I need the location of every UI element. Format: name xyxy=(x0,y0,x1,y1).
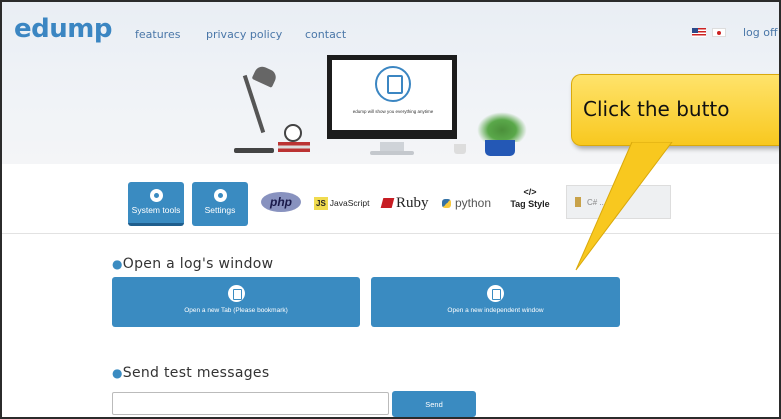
plant-pot xyxy=(485,140,515,156)
bullet-icon: ● xyxy=(112,257,123,271)
python-logo-button[interactable]: python xyxy=(442,190,491,216)
settings-button[interactable]: Settings xyxy=(192,182,248,226)
python-label: python xyxy=(455,196,492,210)
bullet-icon: ● xyxy=(112,366,123,380)
php-logo-button[interactable]: php xyxy=(261,192,301,212)
plant-icon xyxy=(477,112,527,142)
js-badge-icon: JS xyxy=(314,196,328,210)
callout-text: Click the butto xyxy=(583,97,730,121)
settings-label: Settings xyxy=(204,205,236,215)
nav-privacy-policy-link[interactable]: privacy policy xyxy=(206,28,282,41)
open-new-window-label: Open a new independent window xyxy=(447,307,544,314)
open-new-tab-button[interactable]: Open a new Tab (Please bookmark) xyxy=(112,277,360,327)
log-window-title: Open a log's window xyxy=(122,256,274,272)
japan-flag-icon[interactable] xyxy=(712,28,726,37)
document-icon xyxy=(227,285,245,302)
monitor-log-icon xyxy=(375,66,411,102)
python-icon xyxy=(442,198,451,208)
system-tools-button[interactable]: System tools xyxy=(128,182,184,226)
open-new-window-button[interactable]: Open a new independent window xyxy=(371,277,620,327)
ruby-gem-icon xyxy=(380,198,395,208)
csharp-logo-button[interactable]: C# ... H xyxy=(566,185,671,219)
system-tools-label: System tools xyxy=(131,205,181,215)
document-icon xyxy=(487,285,504,302)
browser-viewport: edump features privacy policy contact lo… xyxy=(0,0,781,419)
monitor-illustration: edump will show you everything anytime xyxy=(327,55,457,139)
books-icon xyxy=(278,142,310,152)
us-flag-icon[interactable] xyxy=(692,28,706,37)
gear-icon xyxy=(149,189,163,202)
send-button[interactable]: Send xyxy=(392,391,476,417)
desk-lamp-base xyxy=(234,148,274,153)
site-logo[interactable]: edump xyxy=(14,14,112,44)
ruby-label: Ruby xyxy=(396,194,429,211)
tutorial-callout: Click the butto xyxy=(571,74,779,146)
test-messages-title: Send test messages xyxy=(122,365,270,381)
monitor-caption: edump will show you everything anytime xyxy=(352,109,434,114)
test-message-input[interactable] xyxy=(112,392,389,415)
nav-features-link[interactable]: features xyxy=(135,28,180,41)
tool-selector: System tools Settings php JS JavaScript … xyxy=(128,182,688,230)
nav-contact-link[interactable]: contact xyxy=(305,28,346,41)
user-icon xyxy=(213,189,227,202)
monitor-base xyxy=(370,151,414,155)
tag-style-label: Tag Style xyxy=(510,199,550,209)
javascript-logo-button[interactable]: JS JavaScript xyxy=(314,190,369,216)
tag-style-button[interactable]: </> Tag Style xyxy=(508,186,552,212)
hero-illustration: edump will show you everything anytime xyxy=(222,52,582,164)
desk-lamp-icon xyxy=(251,64,279,88)
mug-icon xyxy=(454,144,466,154)
csharp-label: C# ... H xyxy=(587,197,615,207)
open-new-tab-label: Open a new Tab (Please bookmark) xyxy=(184,307,288,314)
log-window-heading: ●Open a log's window xyxy=(112,256,273,272)
javascript-label: JavaScript xyxy=(329,198,370,208)
csharp-icon xyxy=(575,197,581,207)
section-divider xyxy=(2,233,779,234)
code-tag-icon: </> xyxy=(523,187,537,197)
test-messages-heading: ●Send test messages xyxy=(112,365,269,381)
logoff-link[interactable]: log off xyxy=(743,26,778,39)
alarm-clock-icon xyxy=(284,124,302,142)
ruby-logo-button[interactable]: Ruby xyxy=(380,190,429,216)
